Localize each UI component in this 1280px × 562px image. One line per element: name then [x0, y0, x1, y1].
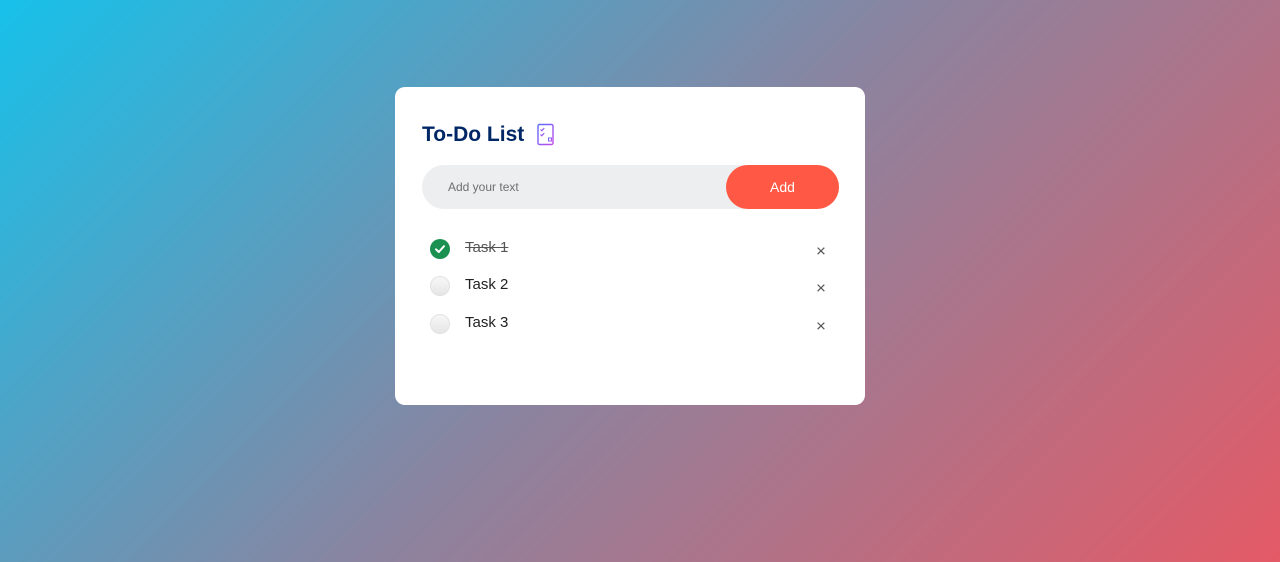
delete-task-icon[interactable]: ×: [803, 239, 839, 263]
task-item[interactable]: Task 3 ×: [422, 305, 839, 343]
unchecked-circle-icon[interactable]: [430, 313, 450, 334]
delete-task-icon[interactable]: ×: [803, 314, 839, 338]
task-text: Task 1: [465, 238, 509, 256]
page-title: To-Do List: [422, 123, 525, 146]
task-text: Task 2: [465, 276, 509, 294]
checked-icon[interactable]: [430, 238, 450, 259]
add-button[interactable]: Add: [726, 165, 839, 209]
task-input[interactable]: [422, 165, 726, 209]
todo-card: To-Do List Add Task 1×Tas: [395, 87, 865, 405]
checklist-icon: [536, 123, 556, 147]
task-item[interactable]: Task 1 ×: [422, 230, 839, 268]
task-list: Task 1 × Task 2 × Task 3 ×: [422, 230, 839, 343]
header: To-Do List: [422, 122, 839, 148]
input-row: Add: [422, 165, 839, 209]
delete-task-icon[interactable]: ×: [803, 277, 839, 301]
unchecked-circle-icon[interactable]: [430, 276, 450, 297]
task-text: Task 3: [465, 313, 509, 331]
task-item[interactable]: Task 2 ×: [422, 268, 839, 306]
